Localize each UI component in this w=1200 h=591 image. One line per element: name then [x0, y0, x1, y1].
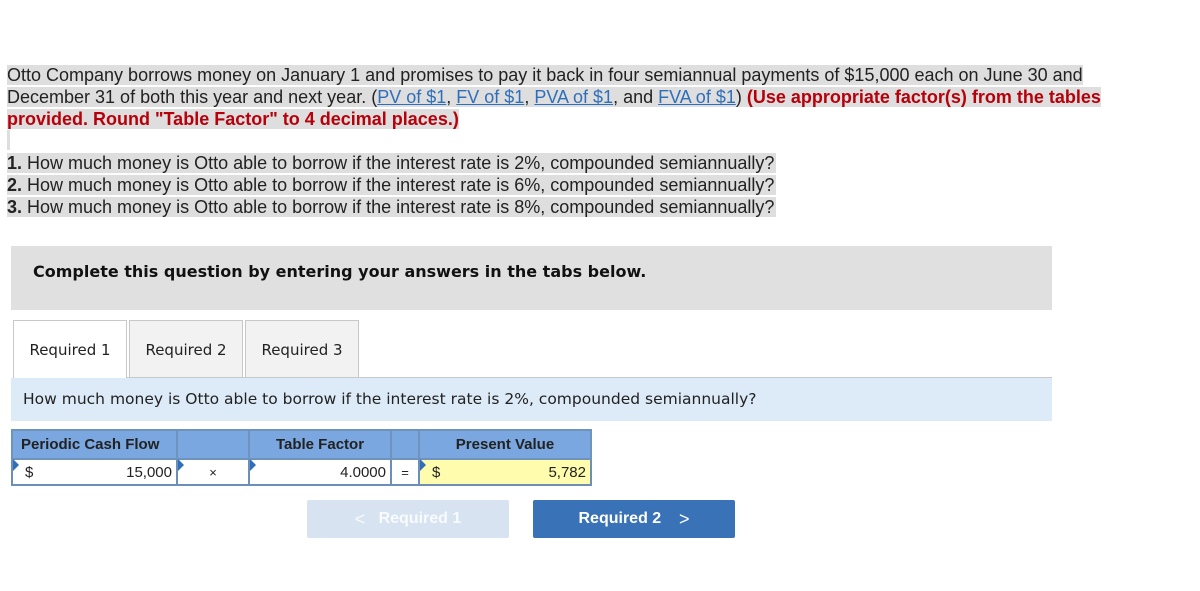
- tab-question-text: How much money is Otto able to borrow if…: [23, 390, 757, 408]
- operator-select[interactable]: ×: [176, 458, 250, 486]
- table-header-row: Periodic Cash Flow Table Factor Present …: [11, 429, 592, 460]
- currency-symbol: $: [25, 463, 34, 481]
- fva-of-1-link[interactable]: FVA of $1: [658, 87, 736, 107]
- tab-question-banner: How much money is Otto able to borrow if…: [11, 378, 1052, 421]
- chevron-left-icon: <: [354, 508, 366, 529]
- question-list: 1. How much money is Otto able to borrow…: [7, 152, 777, 218]
- separator: ,: [446, 87, 457, 107]
- question-text: How much money is Otto able to borrow if…: [22, 175, 775, 195]
- header-periodic-cash-flow: Periodic Cash Flow: [11, 429, 178, 460]
- prev-button-label: Required 1: [378, 510, 462, 527]
- question-item: 3. How much money is Otto able to borrow…: [7, 196, 777, 218]
- multiply-operator: ×: [209, 464, 217, 480]
- banner-text: Complete this question by entering your …: [33, 262, 647, 281]
- question-text: How much money is Otto able to borrow if…: [22, 153, 775, 173]
- question-item: 1. How much money is Otto able to borrow…: [7, 152, 777, 174]
- fv-of-1-link[interactable]: FV of $1: [456, 87, 524, 107]
- header-operator: [176, 429, 250, 460]
- header-table-factor: Table Factor: [248, 429, 392, 460]
- tab-bar: Required 1 Required 2 Required 3: [13, 320, 361, 379]
- input-flag-icon: [178, 459, 184, 471]
- highlight-bar: [7, 130, 10, 150]
- equals-cell: =: [390, 458, 420, 486]
- equals-operator: =: [401, 464, 409, 480]
- present-value-table: Periodic Cash Flow Table Factor Present …: [11, 429, 592, 486]
- table-factor-input[interactable]: 4.0000: [248, 458, 392, 486]
- input-flag-icon: [420, 459, 426, 471]
- question-number: 3.: [7, 197, 23, 217]
- tab-required-2[interactable]: Required 2: [129, 320, 243, 378]
- pv-of-1-link[interactable]: PV of $1: [377, 87, 446, 107]
- header-present-value: Present Value: [418, 429, 592, 460]
- separator: , and: [613, 87, 659, 107]
- next-required-button[interactable]: Required 2 >: [533, 500, 735, 538]
- next-button-label: Required 2: [578, 510, 662, 527]
- cash-flow-value: 15,000: [126, 463, 172, 481]
- cash-flow-input[interactable]: $15,000: [11, 458, 178, 486]
- separator: ,: [524, 87, 535, 107]
- question-text: How much money is Otto able to borrow if…: [22, 197, 775, 217]
- pva-of-1-link[interactable]: PVA of $1: [534, 87, 613, 107]
- header-operator: [390, 429, 420, 460]
- instruction-banner: Complete this question by entering your …: [11, 246, 1052, 310]
- table-factor-value: 4.0000: [340, 463, 386, 481]
- tab-required-3[interactable]: Required 3: [245, 320, 359, 378]
- input-flag-icon: [13, 459, 19, 471]
- table-row: $15,000 × 4.0000 = $5,782: [11, 458, 592, 486]
- chevron-right-icon: >: [678, 508, 690, 529]
- prev-required-button[interactable]: < Required 1: [307, 500, 509, 538]
- problem-statement: Otto Company borrows money on January 1 …: [7, 64, 1167, 130]
- tab-required-1[interactable]: Required 1: [13, 320, 127, 379]
- currency-symbol: $: [432, 463, 441, 481]
- present-value-value: 5,782: [548, 463, 586, 481]
- question-item: 2. How much money is Otto able to borrow…: [7, 174, 777, 196]
- input-flag-icon: [250, 459, 256, 471]
- present-value-input[interactable]: $5,782: [418, 458, 592, 486]
- question-number: 2.: [7, 175, 23, 195]
- question-number: 1.: [7, 153, 23, 173]
